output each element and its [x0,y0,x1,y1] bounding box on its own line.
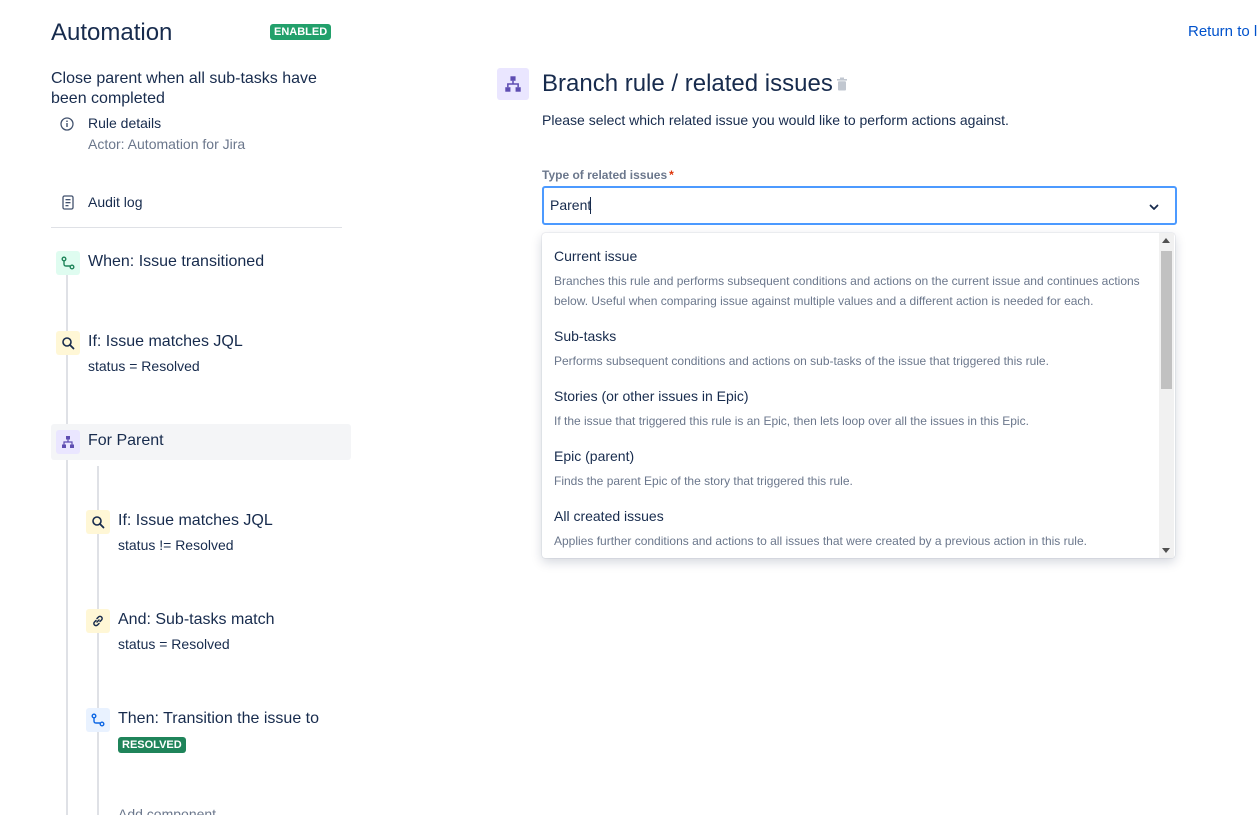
related-issues-select[interactable]: Parent [542,186,1177,225]
condition-title: If: Issue matches JQL [118,512,273,529]
transition-icon [56,251,80,275]
select-input-value[interactable]: Parent [550,197,591,213]
action-title: Then: Transition the issue to [118,710,319,727]
option-description: Branches this rule and performs subseque… [554,274,1140,308]
transition-icon [86,708,110,732]
rule-name: Close parent when all sub-tasks have bee… [51,70,317,107]
option-title: Epic (parent) [554,448,635,464]
document-icon [62,195,74,210]
status-badge: ENABLED [270,24,332,40]
option-title: Current issue [554,248,638,264]
link-icon [86,609,110,633]
text-cursor [590,197,591,214]
search-icon [56,331,80,355]
subtask-condition-title: And: Sub-tasks match [118,611,275,628]
required-marker: * [669,168,674,182]
branch-icon [56,430,80,454]
field-label-text: Type of related issues [542,168,668,182]
option-title: Sub-tasks [554,328,617,344]
menu-scrollbar[interactable] [1159,233,1174,558]
branch-icon [497,68,529,100]
scrollbar-thumb[interactable] [1161,251,1172,389]
subtask-condition-jql: status = Resolved [118,636,230,652]
option-description: Performs subsequent conditions and actio… [554,354,1049,368]
sidebar-divider [51,227,342,228]
info-icon [60,117,74,131]
related-issues-label: Type of related issues * [542,168,674,182]
condition-title: If: Issue matches JQL [88,333,243,350]
condition-jql: status = Resolved [88,358,200,374]
trigger-title: When: Issue transitioned [88,253,265,270]
scroll-down-arrow-icon[interactable] [1162,548,1170,553]
panel-title: Branch rule / related issues [542,70,833,97]
scroll-up-arrow-icon[interactable] [1162,238,1170,243]
status-badge: RESOLVED [118,737,186,753]
rule-actor: Actor: Automation for Jira [88,136,246,152]
rule-details-label: Rule details [88,115,162,131]
trash-icon[interactable] [836,77,848,91]
panel-description: Please select which related issue you wo… [542,112,1009,128]
audit-log-label: Audit log [88,194,143,210]
option-title: Stories (or other issues in Epic) [554,388,749,404]
page-title: Automation [51,19,173,46]
search-icon [86,510,110,534]
related-issues-menu: Current issue Branches this rule and per… [542,233,1175,558]
branch-title: For Parent [88,432,164,449]
option-title: All created issues [554,508,664,524]
chevron-down-icon[interactable] [1147,200,1161,214]
option-description: Applies further conditions and actions t… [554,534,1087,548]
option-description: If the issue that triggered this rule is… [554,414,1029,428]
condition-jql: status != Resolved [118,537,234,553]
option-description: Finds the parent Epic of the story that … [554,474,853,488]
return-to-list-link[interactable]: Return to li [1188,23,1257,40]
add-component-button[interactable]: Add component [118,806,216,815]
